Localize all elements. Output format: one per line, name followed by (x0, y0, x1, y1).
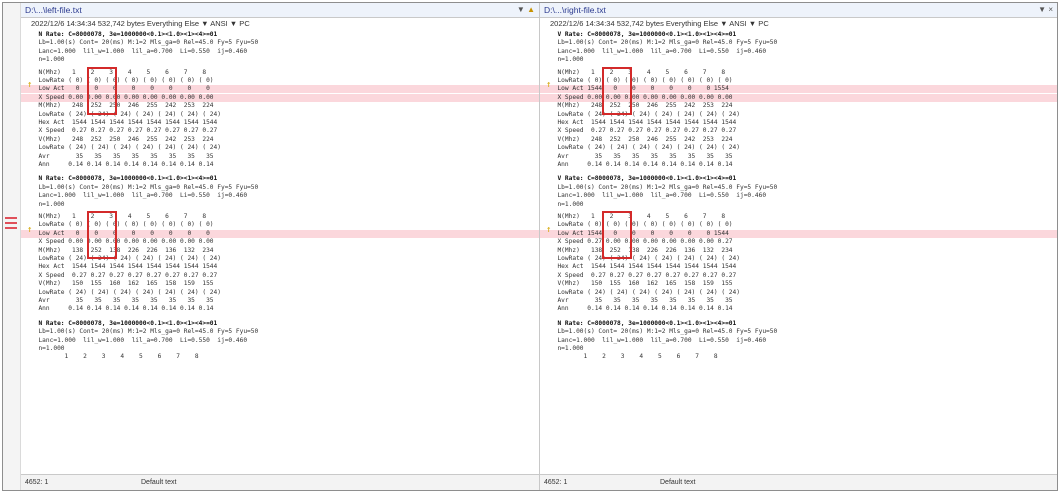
nav-up-icon[interactable]: ▲ (527, 5, 535, 14)
table-row[interactable]: Hex Act 1544 1544 1544 1544 1544 1544 15… (31, 119, 539, 127)
param-line[interactable]: Lanc=1.000 lil_w=1.000 lil_a=0.700 Li=0.… (31, 192, 539, 200)
diff-marker[interactable] (5, 222, 17, 224)
left-file-path[interactable]: D:\...\left-file.txt (25, 5, 82, 15)
table-row[interactable]: Avr 35 35 35 35 35 35 35 35 (31, 297, 539, 305)
param-line[interactable]: Lanc=1.000 lil_w=1.000 lil_a=0.700 Li=0.… (31, 48, 539, 56)
right-path-bar[interactable]: D:\...\right-file.txt ▼ × (540, 3, 1057, 18)
table-row[interactable]: Ann 0.14 0.14 0.14 0.14 0.14 0.14 0.14 0… (550, 305, 1057, 313)
right-status-bar: 4652: 1 Default text (540, 474, 1057, 490)
table-row[interactable]: V(Mhz) 248 252 250 246 255 242 253 224 (31, 136, 539, 144)
left-text-area[interactable]: N Rate: C=8000078, 3e=1000000<0.1><1.0><… (21, 29, 539, 474)
right-cursor-pos: 4652: 1 (544, 479, 568, 486)
param-line[interactable]: Lb=1.00(s) Cont= 20(ms) M:1=2 Mls_ga=0 R… (31, 184, 539, 192)
nav-down-icon[interactable]: ▼ (1038, 5, 1046, 14)
param-line[interactable]: Lanc=1.000 lil_w=1.000 lil_a=0.700 Li=0.… (550, 337, 1057, 345)
right-text-area[interactable]: V Rate: C=8000078, 3e=1000000<0.1><1.0><… (540, 29, 1057, 474)
close-icon[interactable]: × (1048, 5, 1053, 14)
highlight-box (87, 211, 117, 259)
table-row[interactable]: Hex Act 1544 1544 1544 1544 1544 1544 15… (550, 263, 1057, 271)
table-row[interactable]: Ann 0.14 0.14 0.14 0.14 0.14 0.14 0.14 0… (550, 161, 1057, 169)
nav-down-icon[interactable]: ▼ (517, 5, 525, 14)
block-header[interactable]: N Rate: C=8000078, 3e=1000000<0.1><1.0><… (31, 175, 539, 183)
table-row[interactable]: Ann 0.14 0.14 0.14 0.14 0.14 0.14 0.14 0… (31, 305, 539, 313)
change-arrow-icon: ↑ (27, 224, 33, 235)
block-header[interactable]: V Rate: C=8000078, 3e=1000000<0.1><1.0><… (550, 31, 1057, 39)
param-line[interactable]: n=1.000 (31, 345, 539, 353)
highlight-box (602, 211, 632, 259)
param-line[interactable]: Lb=1.00(s) Cont= 20(ms) M:1=2 Mls_ga=0 R… (31, 39, 539, 47)
highlight-box (87, 66, 117, 115)
right-encoding: Default text (660, 479, 696, 486)
table-row[interactable]: Ann 0.14 0.14 0.14 0.14 0.14 0.14 0.14 0… (31, 161, 539, 169)
table-row[interactable]: Avr 35 35 35 35 35 35 35 35 (550, 153, 1057, 161)
param-line[interactable]: Lb=1.00(s) Cont= 20(ms) M:1=2 Mls_ga=0 R… (550, 39, 1057, 47)
param-line[interactable]: n=1.000 (550, 201, 1057, 209)
param-line[interactable]: n=1.000 (31, 201, 539, 209)
param-line[interactable]: n=1.000 (31, 56, 539, 64)
right-pane: D:\...\right-file.txt ▼ × 2022/12/6 14:3… (540, 3, 1057, 490)
table-row[interactable]: Avr 35 35 35 35 35 35 35 35 (550, 297, 1057, 305)
param-line[interactable]: n=1.000 (550, 56, 1057, 64)
table-row[interactable]: Hex Act 1544 1544 1544 1544 1544 1544 15… (550, 119, 1057, 127)
table-row[interactable]: LowRate ( 24) ( 24) ( 24) ( 24) ( 24) ( … (31, 144, 539, 152)
diff-marker[interactable] (5, 227, 17, 229)
left-encoding: Default text (141, 479, 177, 486)
left-file-info: 2022/12/6 14:34:34 532,742 bytes Everyth… (31, 19, 250, 28)
param-line[interactable]: Lanc=1.000 lil_w=1.000 lil_a=0.700 Li=0.… (550, 48, 1057, 56)
block-header[interactable]: V Rate: C=8000078, 3e=1000000<0.1><1.0><… (550, 175, 1057, 183)
table-row[interactable]: V(Mhz) 150 155 160 162 165 158 159 155 (31, 280, 539, 288)
table-row[interactable]: LowRate ( 24) ( 24) ( 24) ( 24) ( 24) ( … (550, 144, 1057, 152)
left-status-bar: 4652: 1 Default text (21, 474, 539, 490)
change-arrow-icon: ↑ (546, 224, 552, 235)
change-arrow-icon: ↑ (546, 80, 552, 91)
param-line[interactable]: n=1.000 (550, 345, 1057, 353)
right-file-path[interactable]: D:\...\right-file.txt (544, 5, 606, 15)
param-line[interactable]: Lb=1.00(s) Cont= 20(ms) M:1=2 Mls_ga=0 R… (550, 184, 1057, 192)
param-line[interactable]: Lb=1.00(s) Cont= 20(ms) M:1=2 Mls_ga=0 R… (31, 328, 539, 336)
table-row[interactable]: X Speed 0.27 0.27 0.27 0.27 0.27 0.27 0.… (550, 272, 1057, 280)
table-row[interactable]: X Speed 0.27 0.27 0.27 0.27 0.27 0.27 0.… (550, 127, 1057, 135)
diff-overview-gutter[interactable] (3, 3, 21, 490)
right-file-info: 2022/12/6 14:34:34 532,742 bytes Everyth… (550, 19, 769, 28)
table-row[interactable]: V(Mhz) 248 252 250 246 255 242 253 224 (550, 136, 1057, 144)
table-row[interactable]: LowRate ( 24) ( 24) ( 24) ( 24) ( 24) ( … (550, 289, 1057, 297)
left-pane: D:\...\left-file.txt ▼ ▲ 2022/12/6 14:34… (21, 3, 540, 490)
param-line[interactable]: Lb=1.00(s) Cont= 20(ms) M:1=2 Mls_ga=0 R… (550, 328, 1057, 336)
block-header[interactable]: N Rate: C=8000078, 3e=1000000<0.1><1.0><… (31, 320, 539, 328)
left-cursor-pos: 4652: 1 (25, 479, 49, 486)
table-row[interactable]: X Speed 0.27 0.27 0.27 0.27 0.27 0.27 0.… (31, 127, 539, 135)
param-line[interactable]: Lanc=1.000 lil_w=1.000 lil_a=0.700 Li=0.… (550, 192, 1057, 200)
table-row[interactable]: 1 2 3 4 5 6 7 8 (550, 353, 1057, 361)
table-row[interactable]: X Speed 0.27 0.27 0.27 0.27 0.27 0.27 0.… (31, 272, 539, 280)
table-row[interactable]: Avr 35 35 35 35 35 35 35 35 (31, 153, 539, 161)
right-nav-controls[interactable]: ▼ × (1038, 3, 1053, 17)
param-line[interactable]: Lanc=1.000 lil_w=1.000 lil_a=0.700 Li=0.… (31, 337, 539, 345)
block-header[interactable]: N Rate: C=8000078, 3e=1000000<0.1><1.0><… (550, 320, 1057, 328)
table-row[interactable]: LowRate ( 24) ( 24) ( 24) ( 24) ( 24) ( … (31, 289, 539, 297)
diff-window: D:\...\left-file.txt ▼ ▲ 2022/12/6 14:34… (2, 2, 1058, 491)
highlight-box (602, 66, 632, 115)
table-row[interactable]: 1 2 3 4 5 6 7 8 (31, 353, 539, 361)
diff-marker[interactable] (5, 217, 17, 219)
block-header[interactable]: N Rate: C=8000078, 3e=1000000<0.1><1.0><… (31, 31, 539, 39)
left-nav-controls[interactable]: ▼ ▲ (517, 3, 535, 17)
table-row[interactable]: Hex Act 1544 1544 1544 1544 1544 1544 15… (31, 263, 539, 271)
left-path-bar[interactable]: D:\...\left-file.txt ▼ ▲ (21, 3, 539, 18)
change-arrow-icon: ↑ (27, 80, 33, 91)
table-row[interactable]: V(Mhz) 150 155 160 162 165 158 159 155 (550, 280, 1057, 288)
